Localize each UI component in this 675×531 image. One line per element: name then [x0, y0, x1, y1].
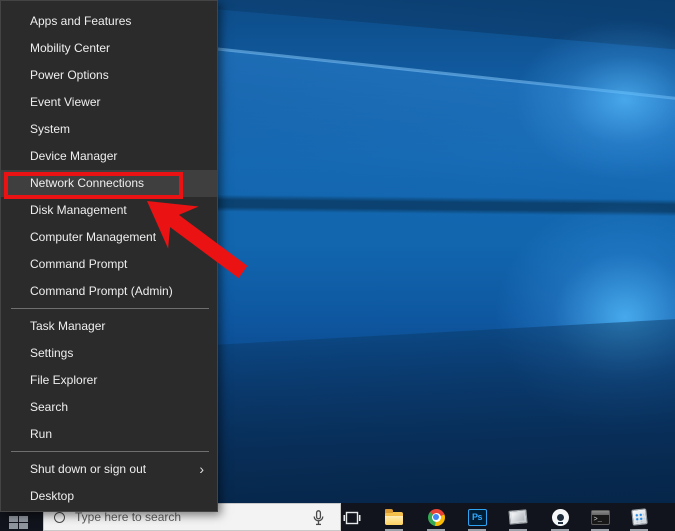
menu-item-task-manager[interactable]: Task Manager [1, 313, 217, 340]
photoshop-button[interactable]: Ps [467, 507, 487, 527]
task-view-button[interactable] [342, 507, 362, 527]
menu-item-computer-management[interactable]: Computer Management [1, 224, 217, 251]
menu-item-file-explorer[interactable]: File Explorer [1, 367, 217, 394]
photos-app-button[interactable] [508, 507, 528, 527]
menu-item-label: Shut down or sign out [30, 462, 147, 476]
file-explorer-icon [385, 509, 403, 525]
chrome-button[interactable] [426, 507, 446, 527]
menu-item-shut-down-or-sign-out[interactable]: Shut down or sign out › [1, 456, 217, 483]
menu-item-device-manager[interactable]: Device Manager [1, 143, 217, 170]
menu-separator [11, 308, 209, 309]
menu-separator [11, 451, 209, 452]
search-placeholder-text: Type here to search [75, 510, 182, 524]
menu-item-disk-management[interactable]: Disk Management [1, 197, 217, 224]
menu-item-settings[interactable]: Settings [1, 340, 217, 367]
menu-item-event-viewer[interactable]: Event Viewer [1, 89, 217, 116]
menu-item-apps-and-features[interactable]: Apps and Features [1, 8, 217, 35]
menu-item-command-prompt-admin[interactable]: Command Prompt (Admin) [1, 278, 217, 305]
camera-app-button[interactable] [550, 507, 570, 527]
terminal-button[interactable]: >_ [590, 507, 610, 527]
photos-icon [508, 509, 528, 525]
wallpaper-glow-mid [495, 200, 675, 435]
terminal-icon: >_ [590, 509, 610, 525]
file-explorer-button[interactable] [384, 507, 404, 527]
chrome-icon [427, 508, 445, 526]
menu-item-command-prompt[interactable]: Command Prompt [1, 251, 217, 278]
wallpaper-glow-upper [515, 20, 675, 180]
menu-item-network-connections[interactable]: Network Connections [1, 170, 217, 197]
windows-desktop-screenshot: Type here to search Ps >_ Apps and Featu… [0, 0, 675, 531]
notes-app-icon [630, 508, 648, 526]
menu-item-search[interactable]: Search [1, 394, 217, 421]
menu-item-run[interactable]: Run [1, 421, 217, 448]
menu-item-mobility-center[interactable]: Mobility Center [1, 35, 217, 62]
winx-power-user-menu: Apps and Features Mobility Center Power … [0, 0, 218, 512]
menu-item-power-options[interactable]: Power Options [1, 62, 217, 89]
menu-item-desktop[interactable]: Desktop [1, 483, 217, 510]
task-view-icon [343, 511, 361, 524]
menu-item-system[interactable]: System [1, 116, 217, 143]
start-button-icon[interactable] [9, 516, 28, 529]
microphone-icon[interactable] [313, 510, 324, 526]
camera-app-icon [551, 508, 569, 526]
photoshop-icon: Ps [467, 508, 487, 526]
chevron-right-icon: › [199, 461, 204, 477]
search-icon [54, 511, 65, 523]
notes-app-button[interactable] [629, 507, 649, 527]
